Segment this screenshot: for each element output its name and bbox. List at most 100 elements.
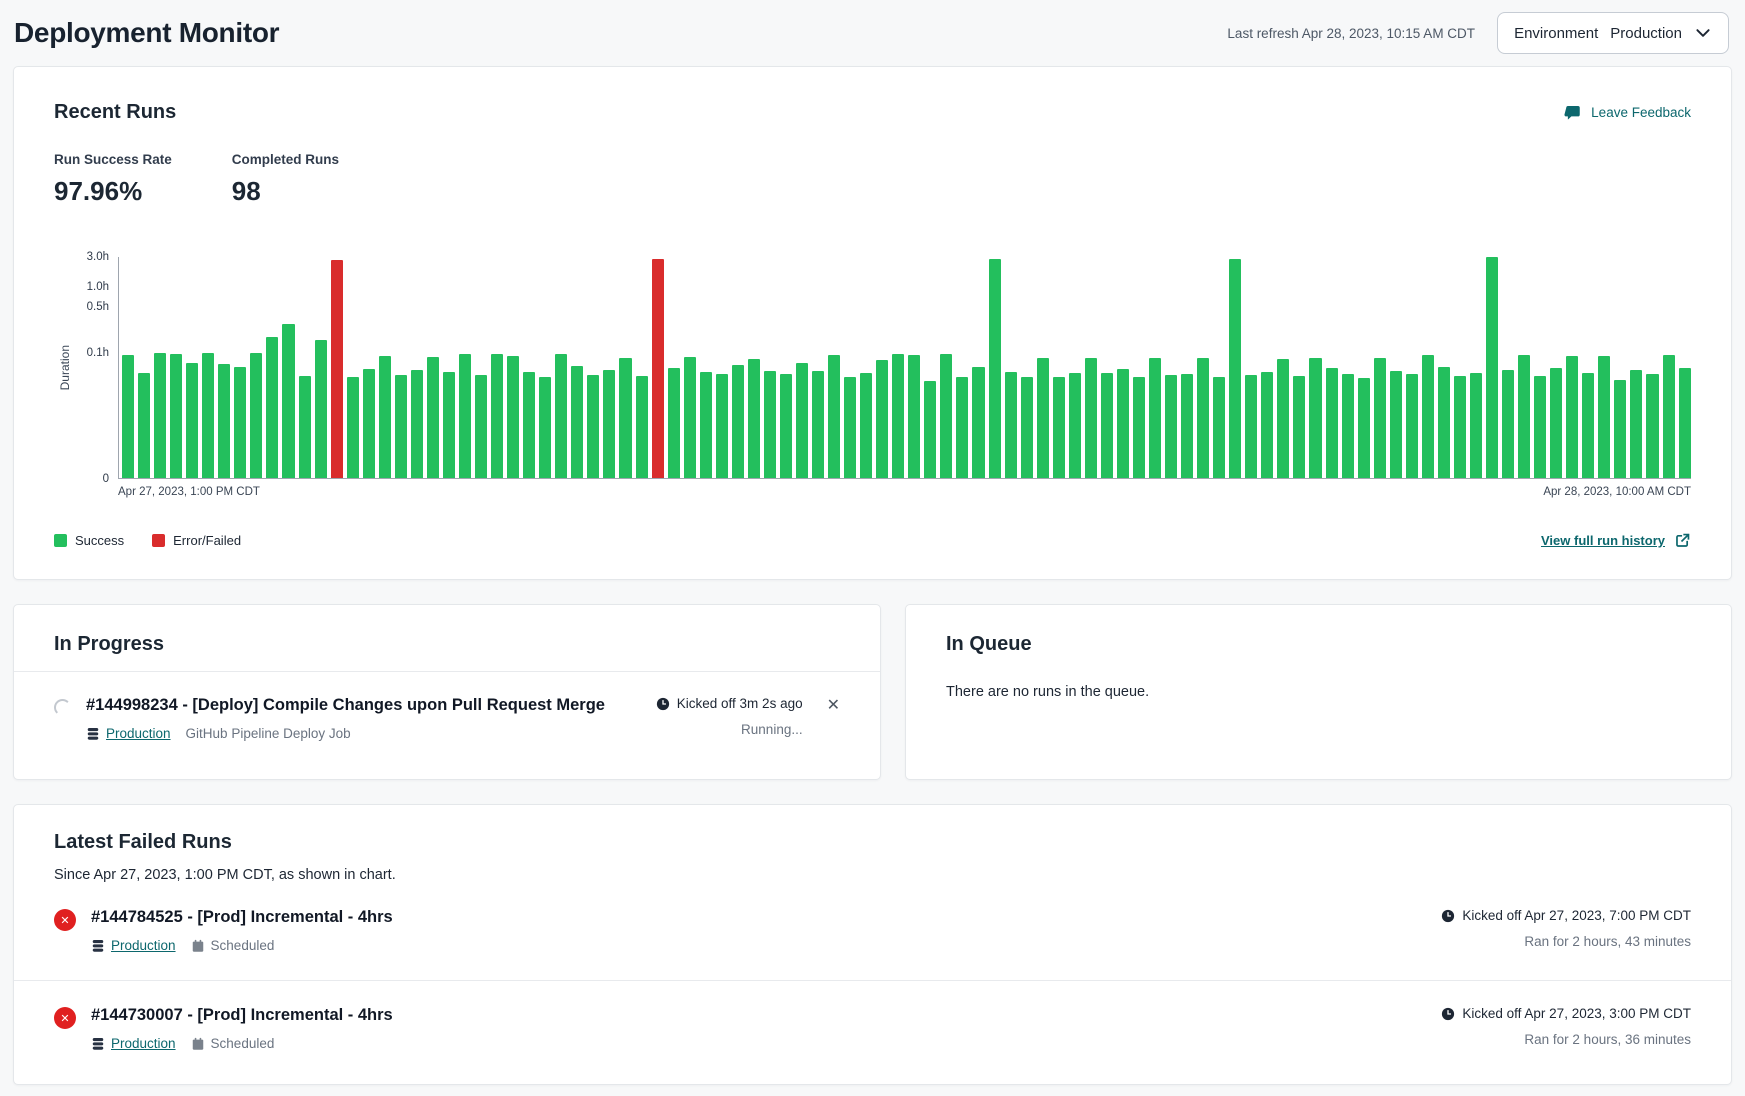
chart-bar-success[interactable] — [1117, 369, 1129, 478]
close-icon[interactable]: ✕ — [827, 698, 840, 714]
chart-bar-success[interactable] — [1663, 355, 1675, 478]
chart-bar-success[interactable] — [1646, 374, 1658, 478]
chart-bar-success[interactable] — [700, 372, 712, 478]
chart-bar-success[interactable] — [1261, 372, 1273, 478]
chart-bar-success[interactable] — [427, 357, 439, 478]
chart-bar-success[interactable] — [1406, 374, 1418, 478]
chart-bar-success[interactable] — [619, 358, 631, 478]
chart-bar-success[interactable] — [282, 324, 294, 478]
chart-bar-success[interactable] — [924, 381, 936, 478]
chart-bar-success[interactable] — [315, 340, 327, 478]
chart-bar-success[interactable] — [684, 357, 696, 478]
chart-bar-success[interactable] — [940, 354, 952, 478]
chart-bar-success[interactable] — [780, 374, 792, 478]
chart-bar-success[interactable] — [796, 363, 808, 478]
chart-bar-success[interactable] — [539, 377, 551, 478]
chart-bar-success[interactable] — [202, 353, 214, 478]
chart-bar-success[interactable] — [1679, 368, 1691, 478]
chart-bar-success[interactable] — [1245, 375, 1257, 478]
chart-bar-success[interactable] — [1454, 376, 1466, 478]
chart-bar-success[interactable] — [1293, 376, 1305, 478]
chart-bar-success[interactable] — [475, 375, 487, 478]
chart-bar-success[interactable] — [1518, 355, 1530, 478]
chart-bar-success[interactable] — [1342, 374, 1354, 478]
chart-bar-success[interactable] — [603, 370, 615, 478]
chart-bar-success[interactable] — [764, 371, 776, 478]
chart-bar-success[interactable] — [876, 360, 888, 478]
chart-bar-success[interactable] — [1037, 358, 1049, 478]
chart-bar-success[interactable] — [491, 354, 503, 478]
environment-dropdown[interactable]: Environment Production — [1497, 12, 1729, 54]
chart-bar-success[interactable] — [1053, 377, 1065, 478]
chart-bar-success[interactable] — [1582, 373, 1594, 478]
chart-bar-success[interactable] — [1566, 356, 1578, 478]
chart-bar-success[interactable] — [748, 359, 760, 478]
chart-bar-success[interactable] — [1149, 358, 1161, 478]
chart-bar-success[interactable] — [1374, 358, 1386, 478]
chart-bar-failed[interactable] — [331, 260, 343, 478]
chart-bar-success[interactable] — [892, 354, 904, 478]
chart-bar-success[interactable] — [1229, 259, 1241, 478]
chart-bar-success[interactable] — [459, 354, 471, 478]
chart-bar-success[interactable] — [571, 366, 583, 478]
chart-bar-success[interactable] — [1309, 358, 1321, 478]
chart-bar-success[interactable] — [1502, 370, 1514, 478]
production-link[interactable]: Production — [91, 938, 176, 953]
chart-bar-success[interactable] — [122, 355, 134, 478]
chart-bar-success[interactable] — [347, 377, 359, 478]
chart-bar-success[interactable] — [1021, 377, 1033, 478]
chart-bar-success[interactable] — [1438, 367, 1450, 478]
chart-bar-success[interactable] — [1181, 374, 1193, 478]
chart-bar-success[interactable] — [1598, 356, 1610, 478]
chart-bar-success[interactable] — [844, 377, 856, 478]
chart-bar-success[interactable] — [1165, 375, 1177, 478]
chart-bar-success[interactable] — [1550, 368, 1562, 478]
production-link[interactable]: Production — [91, 1036, 176, 1051]
chart-bar-success[interactable] — [443, 372, 455, 478]
chart-bar-success[interactable] — [716, 374, 728, 478]
chart-bar-success[interactable] — [1470, 373, 1482, 478]
chart-bar-success[interactable] — [636, 376, 648, 478]
chart-bar-success[interactable] — [234, 367, 246, 478]
chart-bar-success[interactable] — [186, 363, 198, 478]
chart-bar-success[interactable] — [828, 355, 840, 478]
chart-bar-success[interactable] — [218, 364, 230, 478]
chart-bar-success[interactable] — [170, 354, 182, 478]
chart-bar-success[interactable] — [732, 365, 744, 478]
chart-bar-success[interactable] — [138, 373, 150, 478]
chart-bar-success[interactable] — [1133, 377, 1145, 478]
chart-bar-success[interactable] — [668, 368, 680, 478]
chart-bar-success[interactable] — [956, 377, 968, 478]
chart-bar-success[interactable] — [972, 367, 984, 478]
chart-bar-success[interactable] — [523, 372, 535, 478]
chart-bar-success[interactable] — [154, 353, 166, 478]
chart-bar-success[interactable] — [1069, 373, 1081, 478]
chart-bar-success[interactable] — [989, 259, 1001, 478]
chart-bar-success[interactable] — [1277, 359, 1289, 478]
chart-bar-success[interactable] — [266, 337, 278, 478]
view-full-run-history-link[interactable]: View full run history — [1541, 532, 1691, 549]
chart-bar-success[interactable] — [1390, 371, 1402, 478]
chart-bar-success[interactable] — [555, 354, 567, 478]
chart-bar-success[interactable] — [1197, 358, 1209, 478]
chart-bar-success[interactable] — [1213, 377, 1225, 478]
chart-bar-success[interactable] — [1005, 372, 1017, 478]
chart-bar-success[interactable] — [1422, 355, 1434, 478]
chart-bar-success[interactable] — [1534, 376, 1546, 478]
chart-bar-success[interactable] — [1630, 370, 1642, 478]
chart-bar-success[interactable] — [507, 356, 519, 478]
chart-bar-success[interactable] — [860, 373, 872, 478]
chart-bar-success[interactable] — [1326, 368, 1338, 478]
chart-bar-failed[interactable] — [652, 259, 664, 478]
chart-bar-success[interactable] — [812, 371, 824, 478]
chart-bar-success[interactable] — [250, 353, 262, 478]
chart-bar-success[interactable] — [395, 375, 407, 478]
chart-bar-success[interactable] — [587, 375, 599, 478]
chart-bar-success[interactable] — [1358, 378, 1370, 478]
chart-bar-success[interactable] — [1085, 358, 1097, 478]
chart-bar-success[interactable] — [1101, 373, 1113, 478]
chart-bar-success[interactable] — [1486, 257, 1498, 478]
chart-bar-success[interactable] — [299, 376, 311, 478]
chart-bar-success[interactable] — [908, 355, 920, 478]
chart-bar-success[interactable] — [363, 369, 375, 478]
